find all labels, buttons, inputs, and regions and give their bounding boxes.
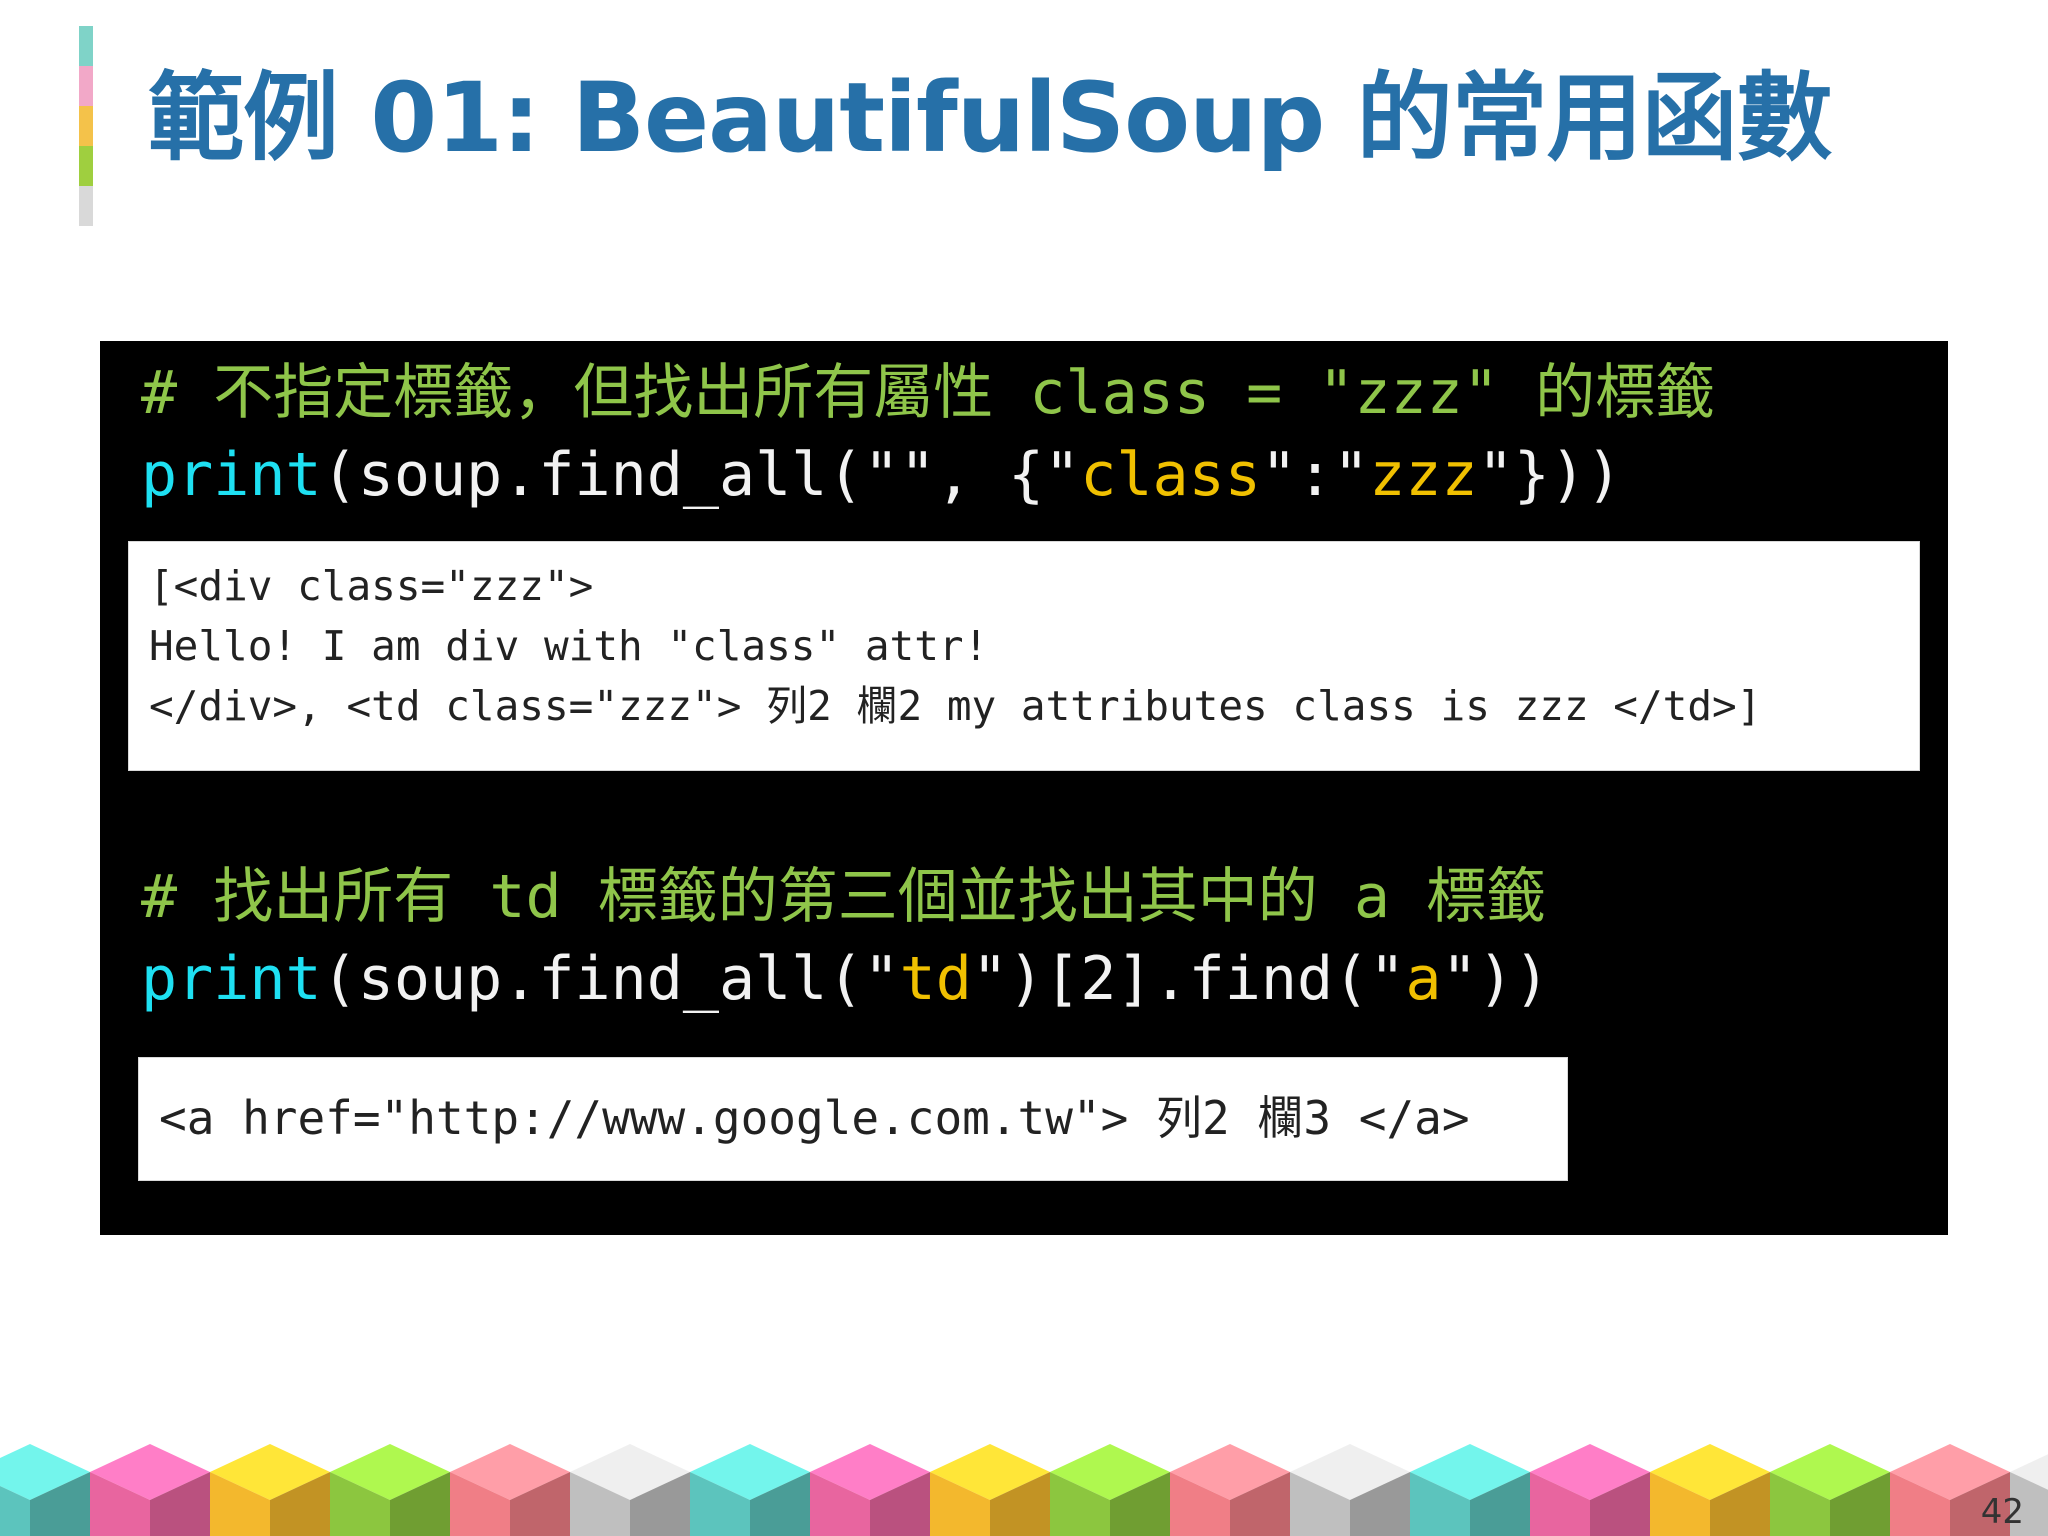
cube — [570, 1444, 690, 1536]
accent-segment — [79, 186, 93, 226]
cube — [810, 1444, 930, 1536]
code-string: td — [899, 944, 972, 1014]
accent-bar — [79, 26, 93, 226]
cube — [330, 1444, 450, 1536]
code-text: (soup.find_all("", {" — [321, 440, 1081, 510]
code-text: ")) — [1441, 944, 1550, 1014]
accent-segment — [79, 146, 93, 186]
cube — [1290, 1444, 1410, 1536]
slide-title: 範例 01: BeautifulSoup 的常用函數 — [148, 62, 1833, 174]
code-text: (soup.find_all(" — [321, 944, 900, 1014]
code-string: zzz — [1369, 440, 1478, 510]
cube — [690, 1444, 810, 1536]
code-line-2: print(soup.find_all("td")[2].find("a")) — [141, 939, 1550, 1019]
cube — [210, 1444, 330, 1536]
cube — [90, 1444, 210, 1536]
cube — [0, 1444, 90, 1536]
output-box-2: <a href="http://www.google.com.tw"> 列2 欄… — [138, 1057, 1568, 1181]
output-line: Hello! I am div with "class" attr! — [149, 622, 989, 670]
output-line: [<div class="zzz"> — [149, 562, 594, 610]
code-function: print — [141, 440, 322, 510]
code-line-1: print(soup.find_all("", {"class":"zzz"})… — [141, 435, 1622, 515]
output-box-1: [<div class="zzz"> Hello! I am div with … — [128, 541, 1920, 771]
code-text: ")[2].find(" — [971, 944, 1406, 1014]
code-comment-1: # 不指定標籤，但找出所有屬性 class = "zzz" 的標籤 — [141, 358, 1716, 428]
accent-segment — [79, 26, 93, 66]
code-panel: # 不指定標籤，但找出所有屬性 class = "zzz" 的標籤 print(… — [100, 341, 1948, 1235]
code-string: a — [1405, 944, 1442, 1014]
output-line: <a href="http://www.google.com.tw"> 列2 欄… — [159, 1091, 1470, 1145]
code-text: "})) — [1477, 440, 1623, 510]
cube — [1770, 1444, 1890, 1536]
cube — [1530, 1444, 1650, 1536]
cube — [1050, 1444, 1170, 1536]
cube — [1410, 1444, 1530, 1536]
code-string: class — [1080, 440, 1261, 510]
cube — [930, 1444, 1050, 1536]
cube — [450, 1444, 570, 1536]
decorative-cube-border — [0, 1444, 2048, 1536]
accent-segment — [79, 66, 93, 106]
accent-segment — [79, 106, 93, 146]
cube — [1170, 1444, 1290, 1536]
page-number: 42 — [1980, 1492, 2024, 1532]
code-comment-2: # 找出所有 td 標籤的第三個並找出其中的 a 標籤 — [141, 862, 1547, 932]
code-text: ":" — [1260, 440, 1370, 510]
output-line: </div>, <td class="zzz"> 列2 欄2 my attrib… — [149, 682, 1762, 730]
code-function: print — [141, 944, 322, 1014]
cube — [1650, 1444, 1770, 1536]
